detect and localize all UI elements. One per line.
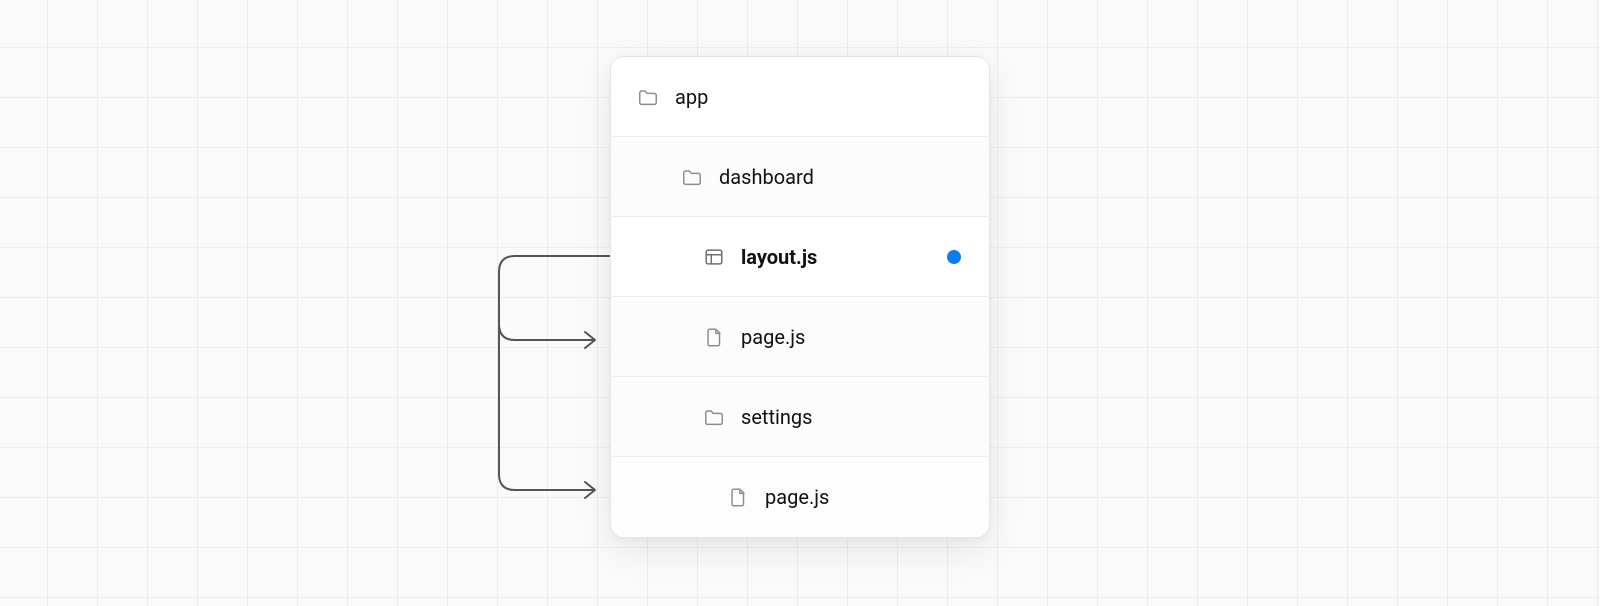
folder-icon bbox=[681, 166, 703, 188]
tree-label: page.js bbox=[765, 485, 965, 509]
file-icon bbox=[703, 326, 725, 348]
tree-row-layout[interactable]: layout.js bbox=[611, 217, 989, 297]
layout-icon bbox=[703, 246, 725, 268]
folder-icon bbox=[637, 86, 659, 108]
tree-row-page-1[interactable]: page.js bbox=[611, 297, 989, 377]
tree-row-page-2[interactable]: page.js bbox=[611, 457, 989, 537]
tree-row-dashboard[interactable]: dashboard bbox=[611, 137, 989, 217]
file-icon bbox=[727, 486, 749, 508]
tree-row-app[interactable]: app bbox=[611, 57, 989, 137]
tree-row-settings[interactable]: settings bbox=[611, 377, 989, 457]
tree-label: app bbox=[675, 85, 965, 109]
tree-label: page.js bbox=[741, 325, 965, 349]
tree-label: dashboard bbox=[719, 165, 965, 189]
file-tree-panel: app dashboard layout.js page.js settings… bbox=[610, 56, 990, 538]
active-indicator-dot bbox=[947, 250, 961, 264]
tree-label: settings bbox=[741, 405, 965, 429]
folder-icon bbox=[703, 406, 725, 428]
tree-label: layout.js bbox=[741, 245, 931, 269]
